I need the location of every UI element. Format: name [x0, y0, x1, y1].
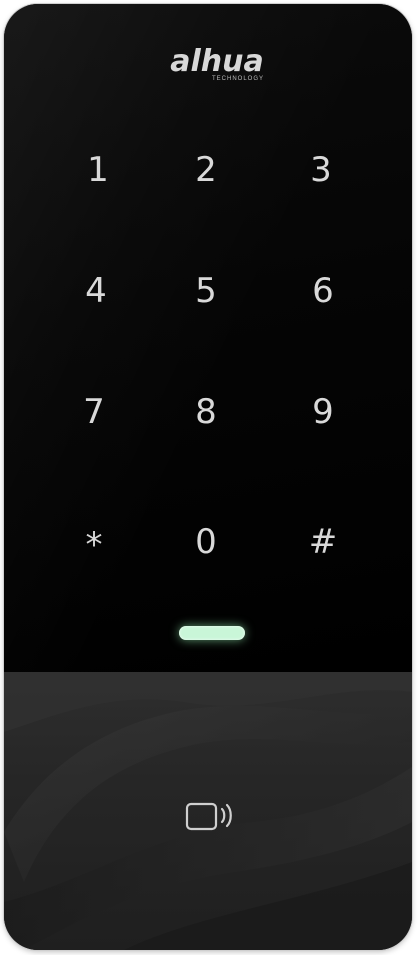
rfid-card-icon [184, 796, 240, 836]
key-1[interactable]: 1 [68, 145, 128, 195]
key-8[interactable]: 8 [176, 387, 236, 437]
brand-logo: alhua TECHNOLOGY [152, 46, 282, 94]
key-6[interactable]: 6 [293, 266, 353, 316]
status-indicator-led [179, 626, 245, 640]
key-3[interactable]: 3 [291, 145, 351, 195]
key-7[interactable]: 7 [64, 387, 124, 437]
brand-logo-wordmark: alhua [170, 44, 264, 79]
access-control-keypad-device: alhua TECHNOLOGY 1 2 3 4 5 6 7 8 9 * 0 # [4, 4, 412, 950]
key-4[interactable]: 4 [66, 266, 126, 316]
key-5[interactable]: 5 [176, 266, 236, 316]
keypad-glass-panel [4, 4, 412, 672]
key-hash[interactable]: # [293, 517, 353, 567]
key-0[interactable]: 0 [176, 517, 236, 567]
key-star[interactable]: * [64, 520, 124, 570]
key-2[interactable]: 2 [176, 145, 236, 195]
key-9[interactable]: 9 [293, 387, 353, 437]
